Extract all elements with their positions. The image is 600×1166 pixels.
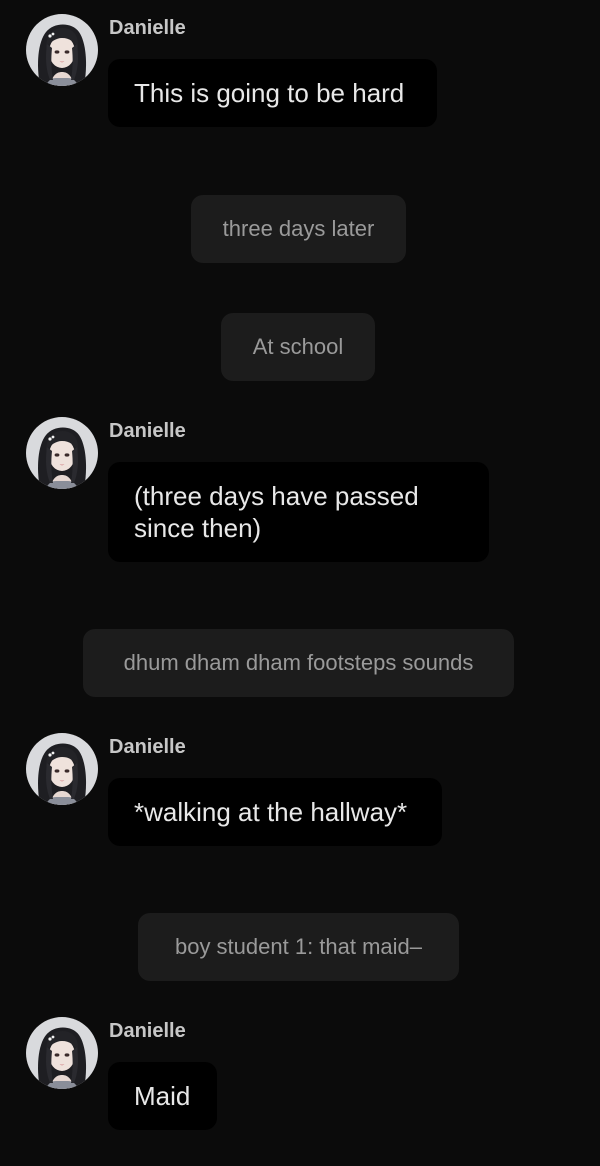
narration-message[interactable]: three days later [191, 195, 406, 263]
narration-message[interactable]: dhum dham dham footsteps sounds [83, 629, 514, 697]
narration-message[interactable]: At school [221, 313, 375, 381]
narration-message[interactable]: boy student 1: that maid– [138, 913, 459, 981]
character-avatar-icon[interactable] [26, 417, 98, 489]
character-message[interactable]: This is going to be hard [108, 59, 437, 127]
sender-name: Danielle [109, 420, 186, 442]
sender-name: Danielle [109, 1020, 186, 1042]
sender-name: Danielle [109, 736, 186, 758]
sender-name: Danielle [109, 17, 186, 39]
character-avatar-icon[interactable] [26, 1017, 98, 1089]
character-message[interactable]: (three days have passed since then) [108, 462, 489, 562]
character-message[interactable]: Maid [108, 1062, 217, 1130]
character-avatar-icon[interactable] [26, 733, 98, 805]
character-avatar-icon[interactable] [26, 14, 98, 86]
character-message[interactable]: *walking at the hallway* [108, 778, 442, 846]
